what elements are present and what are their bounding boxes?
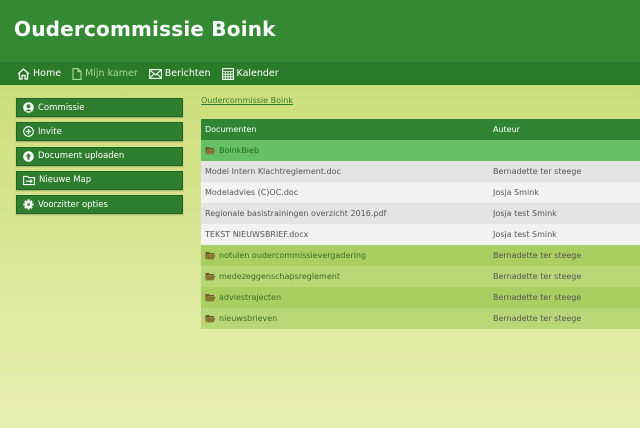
document-icon — [72, 67, 82, 80]
commissie-button[interactable]: Commissie — [16, 98, 183, 117]
table-row[interactable]: medezeggenschapsreglement Bernadette ter… — [201, 266, 640, 287]
documents-table: Documenten Auteur BoinkBieb Model Intern… — [201, 119, 640, 329]
sidebar-item-label: Commissie — [38, 102, 85, 113]
app-title: Oudercommissie Boink — [14, 17, 276, 41]
table-row[interactable]: notulen oudercommissievergadering Bernad… — [201, 245, 640, 266]
calendar-icon — [221, 67, 234, 80]
document-author: Josja Smink — [493, 188, 539, 197]
column-header-documenten[interactable]: Documenten — [201, 125, 493, 134]
sidebar-item-label: Document uploaden — [38, 151, 125, 162]
document-name[interactable]: medezeggenschapsreglement — [219, 272, 340, 281]
nav-item-label: Kalender — [236, 68, 279, 79]
sidebar-item-label: Nieuwe Map — [39, 175, 92, 186]
table-row[interactable]: TEKST NIEUWSBRIEF.docx Josja test Smink — [201, 224, 640, 245]
app-header: Oudercommissie Boink — [0, 0, 640, 62]
nav-item-kalender[interactable]: Kalender — [221, 67, 279, 80]
main-nav: Home Mijn kamer Berichten Kalender — [0, 62, 640, 85]
user-icon — [23, 102, 34, 113]
document-name[interactable]: Model Intern Klachtreglement.doc — [205, 167, 341, 176]
document-author: Bernadette ter steege — [493, 314, 582, 323]
nav-item-home[interactable]: Home — [17, 67, 62, 80]
document-name[interactable]: nieuwsbrieven — [219, 314, 277, 323]
nav-item-berichten[interactable]: Berichten — [148, 68, 211, 79]
nav-item-label: Berichten — [164, 68, 211, 79]
envelope-icon — [148, 68, 162, 79]
document-name[interactable]: adviestrajecten — [219, 293, 281, 302]
document-author: Bernadette ter steege — [493, 272, 582, 281]
table-row[interactable]: Modeladvies (C)OC.doc Josja Smink — [201, 182, 640, 203]
document-name[interactable]: BoinkBieb — [219, 146, 259, 155]
nav-item-label: Mijn kamer — [85, 68, 138, 79]
invite-button[interactable]: Invite — [16, 122, 183, 142]
table-row[interactable]: nieuwsbrieven Bernadette ter steege — [201, 308, 640, 329]
voorzitter-opties-button[interactable]: Voorzitter opties — [16, 195, 183, 215]
table-row[interactable]: adviestrajecten Bernadette ter steege — [201, 287, 640, 308]
folder-open-icon — [205, 252, 216, 260]
breadcrumb[interactable]: Oudercommissie Boink — [201, 96, 293, 105]
gear-icon — [23, 199, 34, 210]
document-name[interactable]: TEKST NIEUWSBRIEF.docx — [205, 230, 308, 239]
home-icon — [17, 67, 30, 80]
document-uploaden-button[interactable]: Document uploaden — [16, 146, 183, 166]
table-row[interactable]: Regionale basistrainingen overzicht 2016… — [201, 203, 640, 224]
nav-item-label: Home — [33, 68, 62, 79]
upload-icon — [23, 150, 34, 162]
document-author: Bernadette ter steege — [493, 293, 582, 302]
nieuwe-map-button[interactable]: Nieuwe Map — [16, 170, 183, 190]
sidebar-item-label: Invite — [38, 126, 62, 137]
document-name[interactable]: Modeladvies (C)OC.doc — [205, 188, 298, 197]
document-name[interactable]: notulen oudercommissievergadering — [219, 251, 366, 260]
sidebar-item-label: Voorzitter opties — [38, 199, 108, 210]
table-header: Documenten Auteur — [201, 119, 640, 140]
plus-circle-icon — [23, 126, 34, 138]
sidebar: Commissie Invite Document uploaden Nieuw… — [16, 98, 183, 219]
column-header-auteur[interactable]: Auteur — [493, 125, 640, 134]
document-author: Bernadette ter steege — [493, 167, 582, 176]
folder-open-icon — [205, 147, 216, 155]
folder-add-icon — [23, 175, 35, 186]
document-name[interactable]: Regionale basistrainingen overzicht 2016… — [205, 209, 386, 218]
document-author: Josja test Smink — [493, 230, 557, 239]
folder-open-icon — [205, 315, 216, 323]
folder-open-icon — [205, 294, 216, 302]
document-author: Bernadette ter steege — [493, 251, 582, 260]
folder-open-icon — [205, 273, 216, 281]
table-row[interactable]: BoinkBieb — [201, 140, 640, 161]
document-author: Josja test Smink — [493, 209, 557, 218]
nav-item-mijn-kamer[interactable]: Mijn kamer — [72, 67, 138, 80]
table-row[interactable]: Model Intern Klachtreglement.doc Bernade… — [201, 161, 640, 182]
